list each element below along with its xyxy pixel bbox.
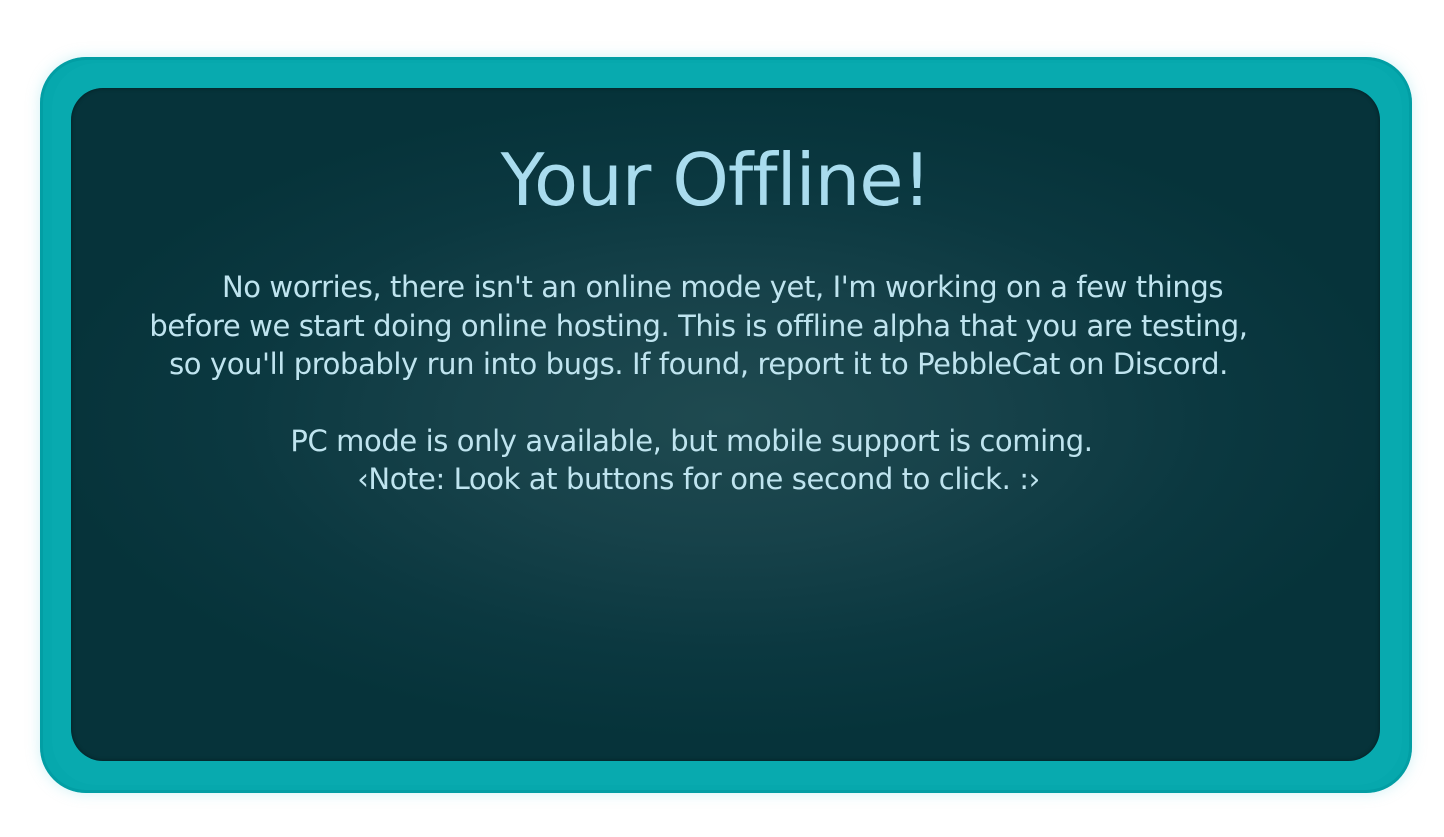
offline-message: No worries, there isn't an online mode y…: [149, 270, 1248, 381]
dialog-panel: Your Offline! No worries, there isn't an…: [71, 88, 1380, 761]
dialog-frame: Your Offline! No worries, there isn't an…: [40, 57, 1412, 793]
dialog-body: No worries, there isn't an online mode y…: [141, 268, 1256, 499]
platform-notice: PC mode is only available, but mobile su…: [290, 423, 1093, 458]
usage-hint: ‹Note: Look at buttons for one second to…: [357, 462, 1040, 496]
screen: Your Offline! No worries, there isn't an…: [0, 0, 1444, 837]
dialog-title: Your Offline!: [500, 138, 932, 222]
